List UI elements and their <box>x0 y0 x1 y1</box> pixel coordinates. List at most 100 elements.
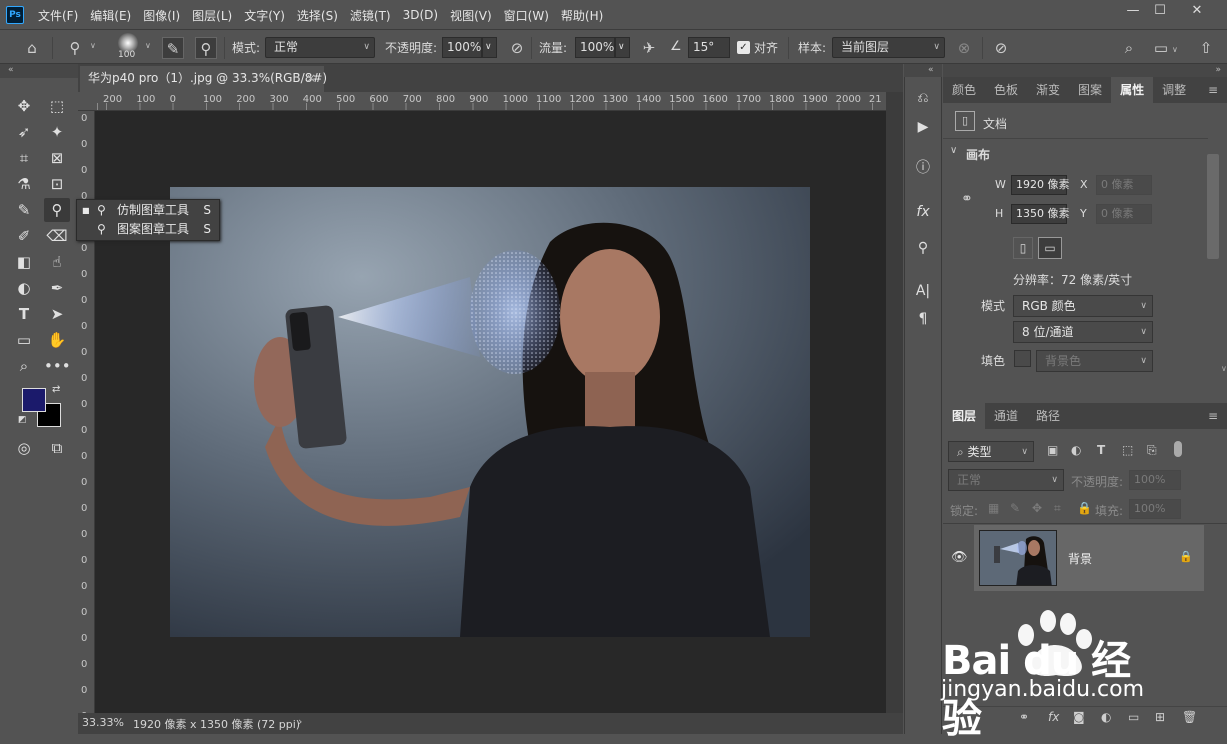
tab-adjustments[interactable]: 调整 <box>1153 77 1195 103</box>
workspace-icon[interactable]: ▭ <box>1150 37 1172 59</box>
home-icon[interactable]: ⌂ <box>21 37 43 59</box>
chevron-down-icon[interactable]: ∨ <box>145 41 151 50</box>
eyedropper-tool-icon[interactable]: ⚗ <box>11 172 37 196</box>
screen-mode-icon[interactable]: ⧉ <box>44 436 70 460</box>
tab-swatches[interactable]: 色板 <box>985 77 1027 103</box>
share-icon[interactable]: ⇧ <box>1195 37 1217 59</box>
angle-input[interactable]: 15° <box>688 37 730 58</box>
pressure-opacity-icon[interactable]: ⊘ <box>506 37 528 59</box>
opacity-input[interactable]: 100% <box>442 37 482 58</box>
pressure-size-icon[interactable]: ⊘ <box>990 37 1012 59</box>
info-icon[interactable]: ⓘ <box>909 156 937 180</box>
character-panel-icon[interactable]: A| <box>909 279 937 303</box>
brush-tool-icon[interactable]: ✎ <box>11 198 37 222</box>
panel-collapse-icon[interactable]: » <box>943 64 1227 77</box>
type-tool-icon[interactable]: T <box>11 302 37 326</box>
history-icon[interactable]: ⎌ <box>909 86 937 110</box>
frame-tool-icon[interactable]: ⊠ <box>44 146 70 170</box>
play-actions-icon[interactable]: ▶ <box>909 115 937 139</box>
menu-select[interactable]: 选择(S) <box>291 7 344 24</box>
filter-toggle[interactable] <box>1174 441 1182 457</box>
tab-properties[interactable]: 属性 <box>1111 77 1154 103</box>
smudge-tool-icon[interactable]: ☝ <box>44 250 70 274</box>
clone-source-icon[interactable]: ⚲ <box>195 37 217 59</box>
x-input[interactable]: 0 像素 <box>1096 175 1152 195</box>
filter-shape-icon[interactable]: ⬚ <box>1122 443 1133 457</box>
portrait-orientation-icon[interactable]: ▯ <box>1013 237 1033 259</box>
chevron-down-icon[interactable]: ∨ <box>615 37 630 58</box>
foreground-color-swatch[interactable] <box>22 388 46 412</box>
menu-3d[interactable]: 3D(D) <box>397 8 444 22</box>
menu-image[interactable]: 图像(I) <box>137 7 186 24</box>
layer-name[interactable]: 背景 <box>1068 550 1092 567</box>
filter-type-icon[interactable]: T <box>1097 443 1105 457</box>
document-tab[interactable]: 华为p40 pro（1）.jpg @ 33.3%(RGB/8#) × <box>80 66 327 92</box>
swap-colors-icon[interactable]: ⇄ <box>52 384 60 395</box>
close-tab-icon[interactable]: × <box>306 66 316 90</box>
sample-select[interactable]: 当前图层 ∨ <box>832 37 945 58</box>
more-tools-icon[interactable]: ••• <box>44 354 71 378</box>
lock-all-icon[interactable]: 🔒 <box>1077 501 1092 515</box>
landscape-orientation-icon[interactable]: ▭ <box>1038 237 1062 259</box>
brush-settings-icon[interactable]: ✎ <box>162 37 184 59</box>
menu-file[interactable]: 文件(F) <box>32 7 84 24</box>
fill-select[interactable]: 背景色 ∨ <box>1036 350 1153 372</box>
filter-adjustment-icon[interactable]: ◐ <box>1071 443 1081 457</box>
move-tool-icon[interactable]: ✥ <box>11 94 37 118</box>
lock-transparency-icon[interactable]: ▦ <box>988 501 999 515</box>
menu-layer[interactable]: 图层(L) <box>186 7 238 24</box>
tab-patterns[interactable]: 图案 <box>1069 77 1111 103</box>
blend-mode-select[interactable]: 正常 ∨ <box>948 469 1064 491</box>
mode-select[interactable]: 正常 ∨ <box>265 37 375 58</box>
menu-view[interactable]: 视图(V) <box>444 7 498 24</box>
lock-position-icon[interactable]: ✥ <box>1032 501 1042 515</box>
close-window-button[interactable]: ✕ <box>1182 0 1212 22</box>
flyout-item-pattern-stamp[interactable]: ⚲ 图案图章工具 S <box>77 220 219 239</box>
tab-channels[interactable]: 通道 <box>985 403 1027 429</box>
gradient-tool-icon[interactable]: ◧ <box>11 250 37 274</box>
delete-layer-icon[interactable]: 🗑 <box>1182 710 1197 724</box>
lasso-tool-icon[interactable]: ➶ <box>11 120 37 144</box>
history-brush-tool-icon[interactable]: ✐ <box>11 224 37 248</box>
strip-collapse-icon[interactable]: « <box>904 64 942 77</box>
search-icon[interactable]: ⌕ <box>1118 37 1140 59</box>
clone-stamp-preset-icon[interactable]: ⚲ <box>64 37 86 59</box>
color-mode-select[interactable]: RGB 颜色 ∨ <box>1013 295 1153 317</box>
marquee-tool-icon[interactable]: ⬚ <box>44 94 70 118</box>
quick-mask-icon[interactable]: ◎ <box>11 436 37 460</box>
chevron-down-icon[interactable]: ∨ <box>90 41 96 50</box>
patch-tool-icon[interactable]: ⊡ <box>44 172 70 196</box>
flow-input[interactable]: 100% <box>575 37 615 58</box>
scroll-down-icon[interactable]: ∨ <box>1221 364 1227 373</box>
panel-menu-icon[interactable]: ≡ <box>1199 77 1227 103</box>
tab-paths[interactable]: 路径 <box>1027 403 1069 429</box>
chevron-right-icon[interactable]: › <box>298 715 302 728</box>
menu-edit[interactable]: 编辑(E) <box>84 7 137 24</box>
tab-color[interactable]: 颜色 <box>943 77 985 103</box>
tab-gradients[interactable]: 渐变 <box>1027 77 1069 103</box>
layer-filter-select[interactable]: ⌕ 类型 ∨ <box>948 441 1034 462</box>
eye-icon[interactable]: 👁 <box>951 550 968 565</box>
layer-opacity-input[interactable]: 100% <box>1129 470 1181 490</box>
menu-window[interactable]: 窗口(W) <box>498 7 555 24</box>
paragraph-panel-icon[interactable]: ¶ <box>909 307 937 331</box>
pen-tool-icon[interactable]: ✒ <box>44 276 70 300</box>
width-input[interactable]: 1920 像素 <box>1011 175 1070 195</box>
path-select-tool-icon[interactable]: ➤ <box>44 302 70 326</box>
zoom-level[interactable]: 33.33% <box>82 716 124 729</box>
flyout-item-clone-stamp[interactable]: ■ ⚲ 仿制图章工具 S <box>77 201 219 220</box>
dodge-tool-icon[interactable]: ◐ <box>11 276 37 300</box>
airbrush-icon[interactable]: ✈ <box>638 37 660 59</box>
fill-swatch[interactable] <box>1014 350 1031 367</box>
chevron-down-icon[interactable]: ∨ <box>950 145 957 156</box>
hand-tool-icon[interactable]: ✋ <box>44 328 70 352</box>
menu-filter[interactable]: 滤镜(T) <box>344 7 397 24</box>
crop-tool-icon[interactable]: ⌗ <box>11 146 37 170</box>
filter-pixel-icon[interactable]: ▣ <box>1047 443 1058 457</box>
toolbar-collapse-icon[interactable]: « <box>0 64 78 78</box>
y-input[interactable]: 0 像素 <box>1096 204 1152 224</box>
document-scrollbar[interactable] <box>886 92 903 713</box>
panel-menu-icon[interactable]: ≡ <box>1199 403 1227 429</box>
menu-type[interactable]: 文字(Y) <box>238 7 291 24</box>
eraser-tool-icon[interactable]: ⌫ <box>44 224 70 248</box>
